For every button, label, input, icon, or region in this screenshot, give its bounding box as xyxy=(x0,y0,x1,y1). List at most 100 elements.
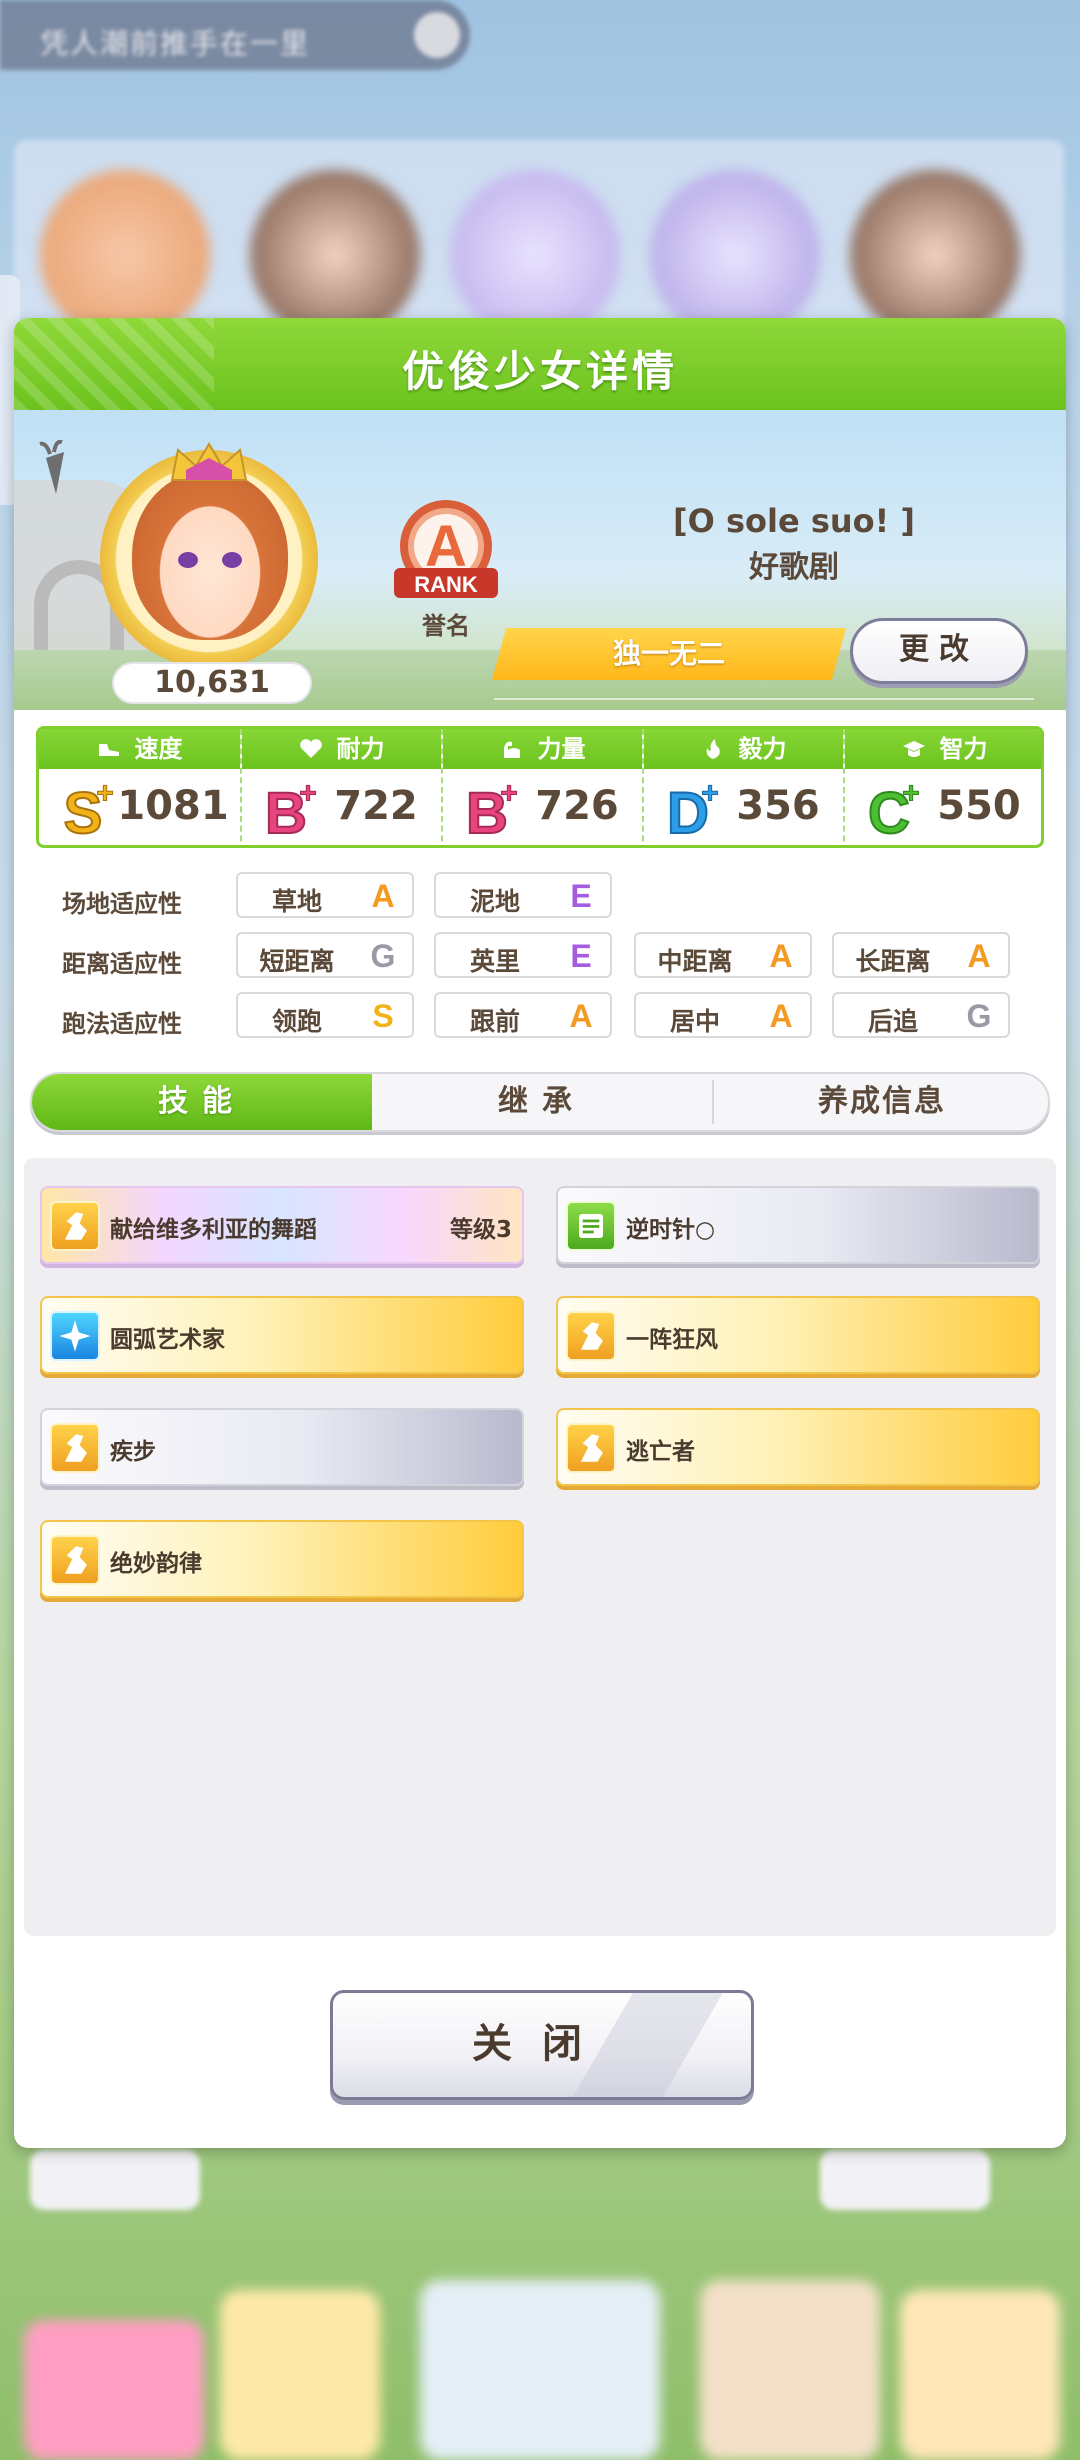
change-epithet-button[interactable]: 更改 xyxy=(850,618,1028,684)
svg-text:+: + xyxy=(96,779,114,810)
skill-item[interactable]: 逃亡者 xyxy=(556,1408,1040,1486)
stat-label: 毅力 xyxy=(738,735,787,763)
aptitude-sprint: 短距离 G xyxy=(236,932,414,978)
stat-header: 力量 xyxy=(443,729,642,769)
stat-wisdom: 智力 C + 550 xyxy=(843,729,1041,845)
aptitude-name: 跟前 xyxy=(469,1007,520,1036)
skill-name: 疾步 xyxy=(110,1439,156,1465)
svg-text:A: A xyxy=(769,1000,792,1032)
background-topbar-icon xyxy=(414,12,460,58)
aptitude-name: 长距离 xyxy=(855,947,931,976)
rank-word: RANK xyxy=(414,572,478,597)
carrot-icon[interactable] xyxy=(36,440,74,496)
stat-grade-badge: B + xyxy=(264,779,317,841)
flame-icon xyxy=(706,739,720,759)
shoe-icon xyxy=(98,744,119,756)
skill-track-icon xyxy=(566,1201,616,1251)
tab-training-info[interactable]: 养成信息 xyxy=(714,1074,1048,1130)
skill-name: 绝妙韵律 xyxy=(110,1551,202,1577)
dialog-header: 优俊少女详情 xyxy=(14,318,1066,410)
aptitude-grade: S xyxy=(372,1000,393,1032)
aptitude-grade: A xyxy=(569,1000,592,1032)
aptitude-name: 居中 xyxy=(669,1007,720,1036)
skill-speed-icon xyxy=(566,1423,616,1473)
aptitude-long: 长距离 A xyxy=(832,932,1010,978)
skill-item[interactable]: 疾步 xyxy=(40,1408,524,1486)
stat-value: 722 xyxy=(334,783,418,829)
dialog-title: 优俊少女详情 xyxy=(401,347,678,396)
skill-name: 逆时针○ xyxy=(626,1217,716,1243)
aptitude-grade: E xyxy=(570,880,591,912)
graduation-cap-icon xyxy=(902,741,925,757)
background-topbar-text: 凭人潮前推手在一里 xyxy=(40,27,311,60)
close-button[interactable]: 关闭 xyxy=(330,1990,754,2100)
fan-count: 10,631 xyxy=(112,662,312,704)
skill-item[interactable]: 献给维多利亚的舞蹈 等级3 xyxy=(40,1186,524,1264)
skill-name: 一阵狂风 xyxy=(626,1327,718,1353)
stat-grade-badge: C + xyxy=(867,779,920,841)
svg-text:A: A xyxy=(967,940,990,972)
character-title: [O sole suo! ] xyxy=(673,502,915,540)
heart-icon xyxy=(299,739,322,758)
stat-label: 智力 xyxy=(939,735,988,763)
aptitude-mile: 英里 E xyxy=(434,932,612,978)
muscle-icon xyxy=(503,741,520,758)
svg-text:+: + xyxy=(701,779,719,810)
skill-item[interactable]: 一阵狂风 xyxy=(556,1296,1040,1374)
aptitude-late: 居中 A xyxy=(634,992,812,1038)
character-name: 好歌剧 xyxy=(749,550,839,585)
aptitude-name: 短距离 xyxy=(259,947,335,976)
skill-item[interactable]: 绝妙韵律 xyxy=(40,1520,524,1598)
background-topbar: 凭人潮前推手在一里 xyxy=(0,0,470,70)
tab-inheritance[interactable]: 继承 xyxy=(372,1074,712,1130)
aptitude-grade: A xyxy=(769,940,792,972)
svg-text:A: A xyxy=(769,940,792,972)
skill-sparkle-icon xyxy=(50,1311,100,1361)
aptitude-pace: 跟前 A xyxy=(434,992,612,1038)
stat-grade-badge: S + xyxy=(63,779,115,841)
crown-icon xyxy=(170,442,248,481)
skill-speed-icon xyxy=(50,1201,100,1251)
aptitude-grade: A xyxy=(371,880,394,912)
avatar-eyes xyxy=(178,552,242,568)
stat-value: 356 xyxy=(736,783,820,829)
aptitude-row-style: 跑法适应性 领跑 S 跟前 A 居中 A 后追 G xyxy=(14,992,1066,1040)
svg-text:G: G xyxy=(967,1000,992,1032)
aptitude-name: 泥地 xyxy=(469,887,520,916)
stat-stamina: 耐力 B + 722 xyxy=(240,729,441,845)
skill-item[interactable]: 圆弧艺术家 xyxy=(40,1296,524,1374)
svg-text:+: + xyxy=(902,779,920,810)
svg-text:E: E xyxy=(570,940,591,972)
background-character-portrait xyxy=(850,170,1020,340)
stat-value: 1081 xyxy=(117,783,229,829)
stat-label: 速度 xyxy=(134,735,183,763)
aptitude-label: 跑法适应性 xyxy=(62,1010,182,1038)
aptitude-end: 后追 G xyxy=(832,992,1010,1038)
skill-item[interactable]: 逆时针○ xyxy=(556,1186,1040,1264)
rank-letter: A xyxy=(425,514,467,579)
svg-text:A: A xyxy=(371,880,394,912)
aptitude-name: 英里 xyxy=(469,947,520,976)
skill-speed-icon xyxy=(50,1535,100,1585)
background-character-portrait xyxy=(650,170,820,340)
uma-detail-dialog: 优俊少女详情 10,631 A RANK 誉名 [O sole suo!] 好… xyxy=(14,318,1066,2148)
skill-name: 圆弧艺术家 xyxy=(110,1327,225,1353)
close-button-label: 关闭 xyxy=(472,2021,612,2067)
background-bottom-menu xyxy=(0,2140,1080,2460)
aptitude-name: 领跑 xyxy=(271,1007,322,1036)
tab-skills[interactable]: 技能 xyxy=(32,1074,372,1130)
aptitude-name: 中距离 xyxy=(657,947,733,976)
rank-label: 誉名 xyxy=(422,612,470,640)
skill-name: 献给维多利亚的舞蹈 xyxy=(110,1217,317,1243)
stat-value: 550 xyxy=(937,783,1021,829)
stat-header: 智力 xyxy=(845,729,1041,769)
stat-grade-badge: D + xyxy=(666,779,719,841)
svg-text:S: S xyxy=(372,1000,393,1032)
stat-guts: 毅力 D + 356 xyxy=(642,729,843,845)
svg-text:G: G xyxy=(371,940,396,972)
stat-value: 726 xyxy=(535,783,619,829)
aptitude-grade: G xyxy=(371,940,396,972)
stat-speed: 速度 S + 1081 xyxy=(39,729,240,845)
stat-power: 力量 B + 726 xyxy=(441,729,642,845)
stat-label: 力量 xyxy=(537,735,586,763)
